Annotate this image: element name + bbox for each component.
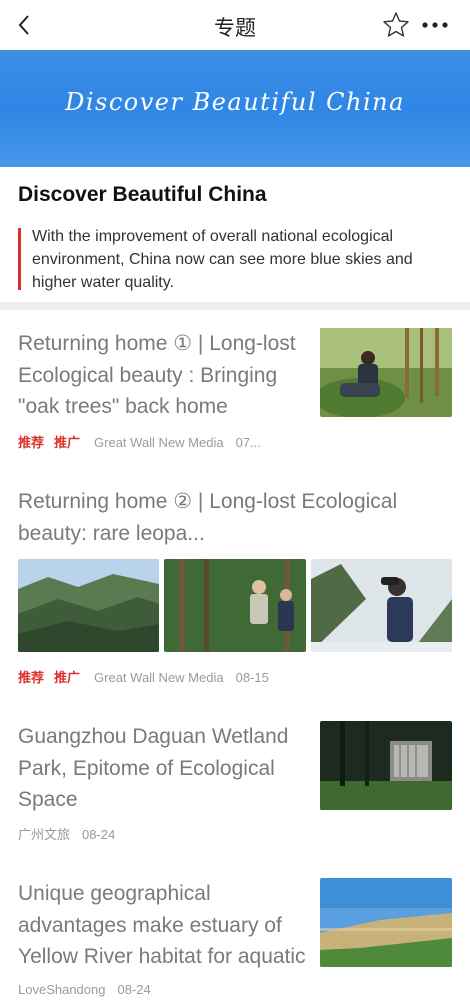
star-outline-icon — [383, 12, 409, 37]
article-meta: 推荐 推广 Great Wall New Media 07... — [18, 432, 261, 451]
topic-description: With the improvement of overall national… — [32, 228, 413, 291]
quote-bar — [18, 228, 21, 290]
article-thumbnail — [320, 328, 452, 417]
tag-label: 推广 — [54, 670, 81, 685]
article-source: Great Wall New Media — [94, 670, 224, 685]
banner-title: Discover Beautiful China — [65, 88, 405, 116]
tag-label: 推荐 — [18, 670, 45, 685]
article-thumbnail — [320, 721, 452, 810]
article-source: 广州文旅 — [18, 827, 71, 842]
article-date: 07... — [235, 435, 261, 450]
article-thumbnail — [311, 559, 452, 652]
article-title: Returning home ① | Long-lost Ecological … — [18, 332, 296, 418]
more-dots-icon — [422, 22, 448, 28]
article-date: 08-24 — [82, 827, 116, 842]
topic-banner: Discover Beautiful China — [0, 50, 470, 167]
top-bar: 专题 — [0, 0, 470, 50]
article-source: LoveShandong — [18, 982, 106, 997]
tag-label: 推荐 — [18, 435, 45, 450]
article-title: Unique geographical advantages make estu… — [18, 882, 306, 968]
favorite-button[interactable] — [381, 10, 411, 40]
article-title: Returning home ② | Long-lost Ecological … — [18, 490, 398, 545]
topic-title: Discover Beautiful China — [18, 183, 267, 206]
article-meta: LoveShandong 08-24 — [18, 982, 151, 997]
article-date: 08-24 — [117, 982, 151, 997]
section-divider — [0, 302, 470, 310]
article-meta: 广州文旅 08-24 — [18, 824, 115, 843]
more-button[interactable] — [418, 10, 452, 40]
article-title: Guangzhou Daguan Wetland Park, Epitome o… — [18, 725, 289, 811]
article-thumbnail — [164, 559, 306, 652]
article-meta: 推荐 推广 Great Wall New Media 08-15 — [18, 667, 269, 686]
article-thumbnail — [320, 878, 452, 967]
article-source: Great Wall New Media — [94, 435, 224, 450]
article-date: 08-15 — [235, 670, 269, 685]
article-thumbnail — [18, 559, 159, 652]
tag-label: 推广 — [54, 435, 81, 450]
